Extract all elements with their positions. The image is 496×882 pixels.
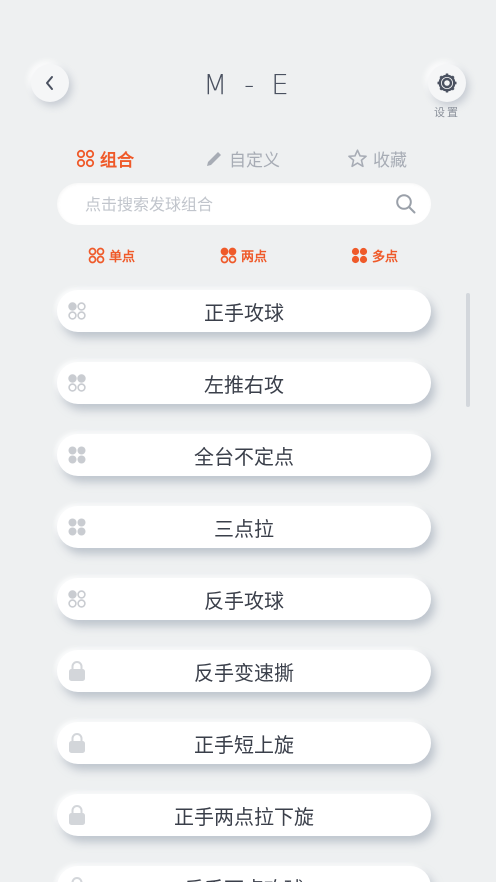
tab-label: 自定义 <box>229 151 280 171</box>
one-point-icon <box>88 247 105 264</box>
list-item-locked[interactable]: 正手短上旋 <box>57 722 431 764</box>
list-item-label: 正手攻球 <box>204 300 284 325</box>
list-item-locked[interactable]: 反手两点攻球 <box>57 866 431 882</box>
star-icon <box>348 149 367 168</box>
one-point-icon <box>68 590 86 608</box>
list-item-locked[interactable]: 正手两点拉下旋 <box>57 794 431 836</box>
list-item-label: 三点拉 <box>214 516 274 541</box>
filter-label: 多点 <box>372 250 399 265</box>
two-point-icon <box>220 247 237 264</box>
filter-multi-point[interactable]: 多点 <box>351 246 398 265</box>
settings-label: 设置 <box>434 106 460 119</box>
two-point-icon <box>68 374 86 392</box>
filter-bar: 单点 两点 多点 <box>0 246 496 268</box>
list-item-label: 反手两点攻球 <box>184 873 304 882</box>
filter-single-point[interactable]: 单点 <box>88 246 135 265</box>
list-item[interactable]: 左推右攻 <box>57 362 431 404</box>
tab-favorites[interactable]: 收藏 <box>347 146 407 171</box>
list-item[interactable]: 三点拉 <box>57 506 431 548</box>
list-item-locked[interactable]: 反手变速撕 <box>57 650 431 692</box>
gear-icon <box>437 73 457 93</box>
one-point-icon <box>68 302 86 320</box>
settings-button[interactable] <box>428 64 466 102</box>
multi-point-icon <box>68 518 86 536</box>
list-item[interactable]: 反手攻球 <box>57 578 431 620</box>
search-bar <box>57 183 431 225</box>
pencil-icon <box>207 151 221 166</box>
list-item[interactable]: 正手攻球 <box>57 290 431 332</box>
list-item-label: 正手短上旋 <box>194 732 294 757</box>
tab-label: 组合 <box>100 151 134 171</box>
search-input[interactable] <box>85 194 395 214</box>
grid-icon <box>76 149 95 168</box>
list-item-label: 左推右攻 <box>204 372 284 397</box>
tab-custom[interactable]: 自定义 <box>204 146 280 171</box>
lock-icon <box>69 805 85 825</box>
page-title: M - E <box>203 68 293 101</box>
tab-bar: 组合 自定义 收藏 <box>0 146 496 172</box>
multi-point-icon <box>68 446 86 464</box>
filter-label: 单点 <box>109 250 136 265</box>
lock-icon <box>69 661 85 681</box>
list-item-label: 全台不定点 <box>194 444 294 469</box>
list-item-label: 反手攻球 <box>204 588 284 613</box>
lock-icon <box>69 733 85 753</box>
tab-combination[interactable]: 组合 <box>76 146 134 171</box>
tab-label: 收藏 <box>373 151 407 171</box>
multi-point-icon <box>351 247 368 264</box>
list-item-label: 正手两点拉下旋 <box>174 804 314 829</box>
search-icon[interactable] <box>395 193 417 215</box>
scrollbar[interactable] <box>466 293 470 407</box>
list-item[interactable]: 全台不定点 <box>57 434 431 476</box>
filter-label: 两点 <box>241 250 268 265</box>
filter-two-point[interactable]: 两点 <box>220 246 267 265</box>
lock-icon <box>71 877 83 882</box>
list-item-label: 反手变速撕 <box>194 660 294 685</box>
